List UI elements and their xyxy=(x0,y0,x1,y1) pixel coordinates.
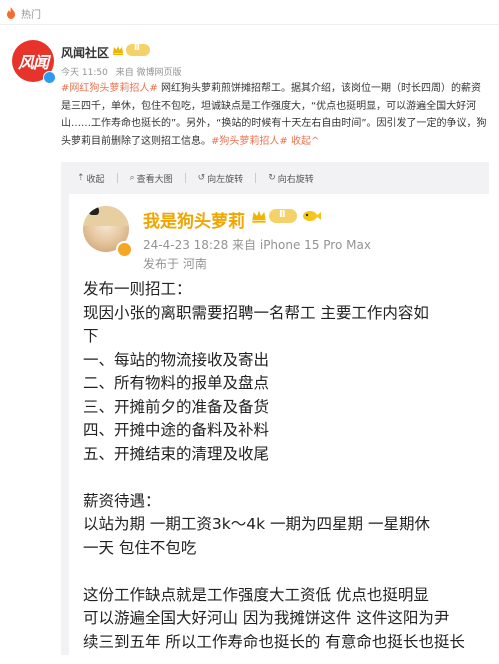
screenshot-location: 发布于 河南 xyxy=(143,257,207,271)
toolbar-divider xyxy=(116,173,118,183)
body-line: 下 xyxy=(83,327,99,345)
hot-tag: 热门 xyxy=(6,3,41,23)
hashtag-link[interactable]: #网红狗头萝莉招人# xyxy=(61,83,158,94)
body-line: 二、所有物料的报单及盘点 xyxy=(83,374,270,392)
rotate-right-button[interactable]: ↻ 向右旋转 xyxy=(268,172,314,185)
level-badge[interactable]: Ⅱ xyxy=(112,43,150,56)
screenshot-level-badge: Ⅱ xyxy=(251,208,321,224)
collapse-label: 收起 xyxy=(86,174,105,185)
body-line: 四、开摊中途的备料及补料 xyxy=(83,421,270,439)
rotate-right-label: 向右旋转 xyxy=(277,174,314,185)
post-source: 来自 微博网页版 xyxy=(115,68,182,78)
view-large-label: 查看大图 xyxy=(136,174,173,185)
crown-icon xyxy=(252,210,266,223)
media-viewer: ⇡ 收起 ⌕ 查看大图 ↺ 向左旋转 ↻ 向右旋转 我是狗头萝莉 Ⅱ 24-4-… xyxy=(61,162,497,664)
rotate-left-button[interactable]: ↺ 向左旋转 xyxy=(198,172,244,185)
rotate-left-icon: ↺ xyxy=(197,173,206,183)
fish-icon xyxy=(303,211,321,221)
body-line: 一天 包住不包吃 xyxy=(83,538,197,557)
body-line: 三、开摊前夕的准备及备货 xyxy=(83,397,270,416)
toolbar-divider xyxy=(184,173,186,183)
body-line: 这份工作缺点就是工作强度大工资低 优点也挺明显 xyxy=(83,585,429,604)
avatar-logo: 风闻 xyxy=(17,53,49,72)
rotate-right-icon: ↻ xyxy=(268,173,276,183)
body-line: 现因小张的离职需要招聘一名帮工 主要工作内容如 xyxy=(83,303,429,322)
screenshot-meta: 24-4-23 18:28 来自 iPhone 15 Pro Max xyxy=(143,238,371,252)
screenshot-body: 发布一则招工： 现因小张的离职需要招聘一名帮工 主要工作内容如下一、每站的物流接收… xyxy=(83,278,493,654)
toolbar-divider xyxy=(255,173,257,183)
flame-icon xyxy=(7,7,15,19)
media-toolbar: ⇡ 收起 ⌕ 查看大图 ↺ 向左旋转 ↻ 向右旋转 xyxy=(77,170,326,186)
body-line: 五、开摊结束的清理及收尾 xyxy=(83,444,270,463)
body-line: 薪资待遇： xyxy=(83,491,161,510)
collapse-icon: ⇡ xyxy=(77,173,85,183)
post-user-name[interactable]: 风闻社区 xyxy=(61,44,109,61)
crown-icon xyxy=(113,46,123,55)
avatar-bow xyxy=(89,207,99,215)
screenshot-verified-icon xyxy=(116,241,133,258)
post-time[interactable]: 今天 11:50 xyxy=(61,68,108,78)
level-pill: Ⅱ xyxy=(126,43,150,56)
verified-icon xyxy=(43,71,56,84)
level-text: Ⅱ xyxy=(134,43,140,53)
post-meta: 今天 11:50 来自 微博网页版 xyxy=(61,65,187,78)
screenshot-level-text: Ⅱ xyxy=(279,209,286,220)
divider xyxy=(0,24,499,25)
body-line: 一、每站的物流接收及寄出 xyxy=(83,350,270,369)
zoom-icon: ⌕ xyxy=(129,173,135,183)
collapse-link[interactable]: 收起^ xyxy=(288,136,319,147)
body-line: 以站为期 一期工资3k～4k 一期为四星期 一星期休 xyxy=(83,515,430,533)
view-large-button[interactable]: ⌕ 查看大图 xyxy=(130,172,173,185)
screenshot-user-name: 我是狗头萝莉 xyxy=(143,212,245,232)
screenshot-level-pill: Ⅱ xyxy=(269,209,297,223)
body-line: 发布一则招工： xyxy=(83,280,192,298)
body-line: 可以游遍全国大好河山 因为我摊饼这件 这件这阳为尹 xyxy=(83,609,450,627)
body-line: 续三到五年 所以工作寿命也挺长的 有意命也挺长也挺长 xyxy=(83,632,465,651)
hashtag-link-2[interactable]: #狗头萝莉招人# xyxy=(211,136,288,147)
rotate-left-label: 向左旋转 xyxy=(207,174,244,185)
post-image[interactable]: 我是狗头萝莉 Ⅱ 24-4-23 18:28 来自 iPhone 15 Pro … xyxy=(69,194,497,664)
collapse-button[interactable]: ⇡ 收起 xyxy=(77,172,105,185)
hot-tag-label: 热门 xyxy=(21,9,41,21)
post-text: #网红狗头萝莉招人# 网红狗头萝莉煎饼摊招帮工。据其介绍，该岗位一期（时长四周）… xyxy=(61,80,489,150)
